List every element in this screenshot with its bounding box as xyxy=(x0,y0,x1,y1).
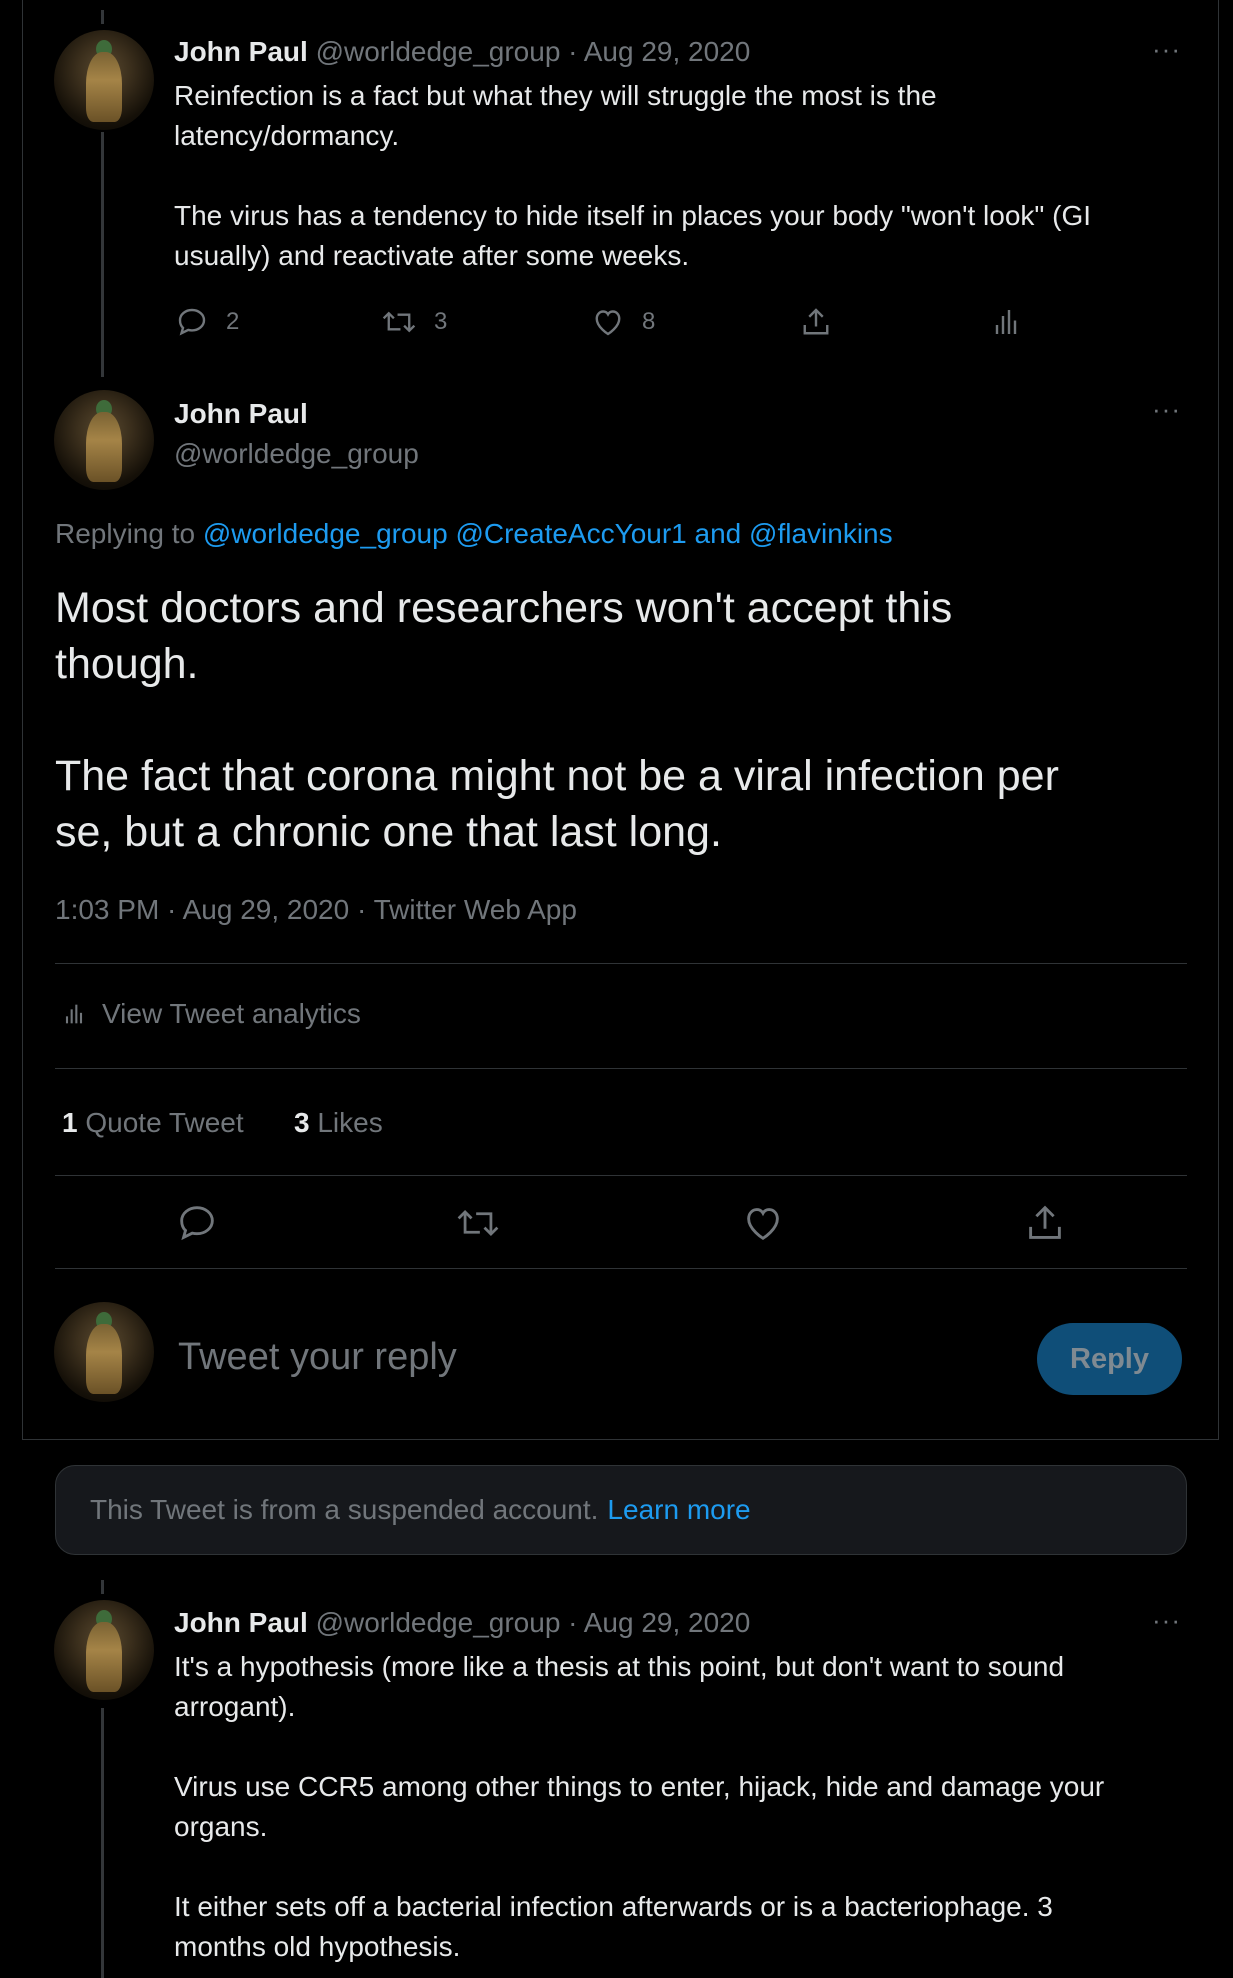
tweet-text-line: latency/dormancy. xyxy=(174,120,400,151)
tweet-text-line: The virus has a tendency to hide itself … xyxy=(174,200,1092,231)
more-options-icon[interactable]: ··· xyxy=(1152,1605,1181,1636)
reply-input[interactable]: Tweet your reply xyxy=(178,1332,457,1382)
view-analytics-link[interactable]: View Tweet analytics xyxy=(60,998,361,1030)
tweet-text-line: It's a hypothesis (more like a thesis at… xyxy=(174,1651,1065,1682)
likes-stat[interactable]: 3 Likes xyxy=(294,1103,383,1143)
avatar xyxy=(54,1302,154,1402)
thread-line-top xyxy=(101,1580,104,1594)
reply-count: 2 xyxy=(226,308,240,335)
like-count: 8 xyxy=(642,308,656,335)
divider xyxy=(55,1068,1187,1069)
quote-count: 1 xyxy=(62,1107,78,1138)
tweet-text: It's a hypothesis (more like a thesis at… xyxy=(174,1647,1104,1967)
avatar[interactable] xyxy=(54,1600,154,1700)
tweet-text-line: usually) and reactivate after some weeks… xyxy=(174,240,690,271)
divider xyxy=(55,963,1187,964)
retweet-icon xyxy=(380,304,418,340)
main-tweet-text-line: Most doctors and researchers won't accep… xyxy=(55,584,953,632)
learn-more-link[interactable]: Learn more xyxy=(607,1494,750,1526)
analytics-icon xyxy=(988,304,1024,340)
heart-icon xyxy=(747,1208,779,1241)
avatar[interactable] xyxy=(54,30,154,130)
tweet-text-line: organs. xyxy=(174,1811,268,1842)
analytics-action[interactable] xyxy=(988,304,1024,340)
more-options-icon[interactable]: ··· xyxy=(1152,394,1181,425)
suspended-notice: This Tweet is from a suspended account. … xyxy=(55,1465,1187,1555)
share-icon xyxy=(798,304,834,340)
author-handle[interactable]: @worldedge_group xyxy=(316,36,561,67)
reply-icon xyxy=(174,304,210,340)
main-tweet-text-line: se, but a chronic one that last long. xyxy=(55,808,722,856)
tweet-text-line: arrogant). xyxy=(174,1691,296,1722)
divider xyxy=(55,1175,1187,1176)
retweet-icon xyxy=(457,1209,499,1237)
thread-line-top xyxy=(101,10,104,24)
tweet-header: John Paul @worldedge_group · Aug 29, 202… xyxy=(174,32,750,72)
author-handle[interactable]: @worldedge_group xyxy=(174,434,419,474)
tweet-text: Reinfection is a fact but what they will… xyxy=(174,76,1091,276)
timeline-border-right xyxy=(1218,0,1219,1440)
reply-button[interactable]: Reply xyxy=(1037,1323,1182,1395)
replying-handles[interactable]: @worldedge_group @CreateAccYour1 and @fl… xyxy=(203,518,893,549)
divider xyxy=(55,1268,1187,1269)
author-handle[interactable]: @worldedge_group xyxy=(316,1607,561,1638)
retweet-action[interactable]: 3 xyxy=(380,304,447,340)
like-button-icon[interactable] xyxy=(740,1200,786,1251)
author-name[interactable]: John Paul xyxy=(174,394,308,434)
share-action[interactable] xyxy=(798,304,834,340)
thread-line xyxy=(101,132,104,377)
tweet-timestamp[interactable]: 1:03 PM · Aug 29, 2020 · Twitter Web App xyxy=(55,890,577,930)
author-name[interactable]: John Paul xyxy=(174,1607,308,1638)
view-analytics-label: View Tweet analytics xyxy=(102,998,361,1029)
tweet-text-line: Virus use CCR5 among other things to ent… xyxy=(174,1771,1105,1802)
tweet-date[interactable]: · Aug 29, 2020 xyxy=(568,1607,750,1638)
heart-icon xyxy=(590,304,626,340)
main-tweet-text-line: though. xyxy=(55,640,199,688)
divider xyxy=(22,1439,1219,1440)
analytics-icon xyxy=(60,998,88,1030)
reply-action[interactable]: 2 xyxy=(174,304,239,340)
timeline-border-left xyxy=(22,0,23,1440)
replying-prefix: Replying to xyxy=(55,518,196,549)
suspended-text: This Tweet is from a suspended account. xyxy=(90,1494,599,1525)
retweet-count: 3 xyxy=(434,308,448,335)
retweet-button-icon[interactable] xyxy=(454,1200,502,1251)
reply-button-icon[interactable] xyxy=(174,1200,220,1251)
quote-tweets-stat[interactable]: 1 Quote Tweet xyxy=(62,1103,244,1143)
likes-count: 3 xyxy=(294,1107,310,1138)
tweet-text-line: Reinfection is a fact but what they will… xyxy=(174,80,937,111)
likes-label: Likes xyxy=(317,1107,383,1138)
replying-to: Replying to @worldedge_group @CreateAccY… xyxy=(55,514,893,554)
main-tweet-text: Most doctors and researchers won't accep… xyxy=(55,580,1059,860)
tweet-text-line: It either sets off a bacterial infection… xyxy=(174,1891,1053,1922)
tweet-text-line: months old hypothesis. xyxy=(174,1931,461,1962)
main-tweet-text-line: The fact that corona might not be a vira… xyxy=(55,752,1059,800)
tweet-date[interactable]: · Aug 29, 2020 xyxy=(568,36,750,67)
avatar[interactable] xyxy=(54,390,154,490)
thread-line xyxy=(101,1708,104,1978)
share-icon xyxy=(1029,1205,1061,1239)
share-button-icon[interactable] xyxy=(1022,1200,1068,1251)
more-options-icon[interactable]: ··· xyxy=(1152,34,1181,65)
author-name[interactable]: John Paul xyxy=(174,36,308,67)
tweet-header: John Paul @worldedge_group · Aug 29, 202… xyxy=(174,1603,750,1643)
reply-icon xyxy=(180,1206,214,1241)
quote-label: Quote Tweet xyxy=(85,1107,244,1138)
like-action[interactable]: 8 xyxy=(590,304,655,340)
